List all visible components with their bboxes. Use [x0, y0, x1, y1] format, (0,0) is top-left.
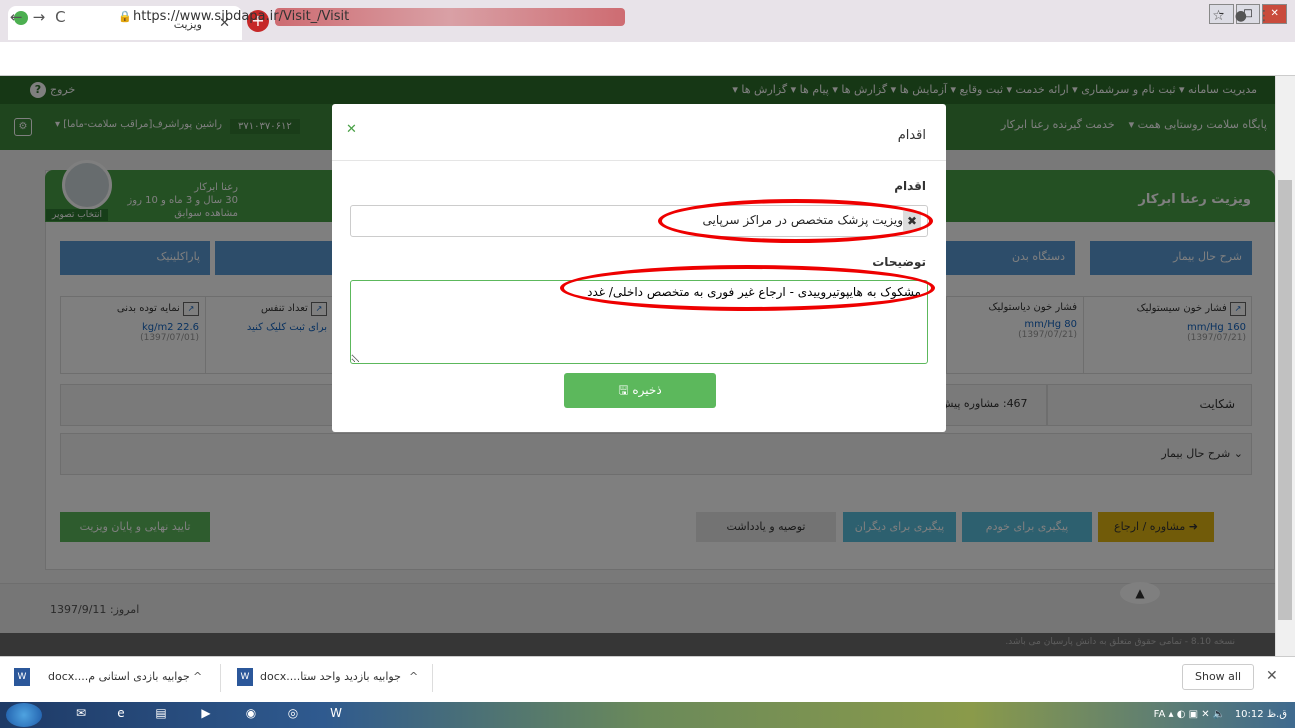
description-label: توضیحات: [872, 255, 926, 269]
lock-icon: 🔒: [118, 10, 132, 23]
download-item[interactable]: جوابیه بازدی استانی م....docx: [48, 670, 190, 683]
address-bar: [0, 42, 1295, 76]
nav-buttons[interactable]: ←→C: [10, 8, 76, 26]
start-button[interactable]: [6, 703, 42, 727]
word-file-icon: W: [14, 668, 30, 686]
url-field[interactable]: https://www.sibdapa.ir/Visit_/Visit: [133, 9, 349, 24]
save-button[interactable]: 🖫 ذخیره: [564, 373, 716, 408]
toolbar-icons[interactable]: ☆●⋮: [1212, 8, 1281, 24]
close-icon[interactable]: ✕: [346, 122, 357, 137]
highlight-circle: [658, 199, 933, 243]
ie-icon[interactable]: e: [110, 706, 132, 724]
mail-icon[interactable]: ✉: [70, 706, 92, 724]
scrollbar-thumb[interactable]: [1278, 180, 1292, 620]
divider: [220, 664, 221, 692]
download-item[interactable]: جوابیه بازدید واحد ستا....docx: [260, 670, 401, 683]
system-tray[interactable]: FA ▴ ◐ ▣ ✕ 🔈 10:12 ق.ظ: [1154, 709, 1287, 720]
firefox-icon[interactable]: ◉: [240, 706, 262, 724]
show-all-button[interactable]: Show all: [1182, 664, 1254, 690]
action-label: اقدام: [894, 179, 926, 193]
close-icon[interactable]: ✕: [1266, 668, 1278, 684]
folder-icon[interactable]: ▤: [150, 706, 172, 724]
chevron-up-icon[interactable]: ^: [193, 670, 202, 683]
action-modal: اقدام ✕ اقدام ✖ ویزیت پزشک متخصص در مراک…: [332, 104, 946, 432]
divider: [432, 664, 433, 692]
word-file-icon: W: [237, 668, 253, 686]
word-icon[interactable]: W: [325, 706, 347, 724]
media-icon[interactable]: ▶: [195, 706, 217, 724]
chevron-up-icon[interactable]: ^: [409, 670, 418, 683]
highlight-circle: [560, 265, 935, 311]
clock: 10:12 ق.ظ: [1234, 709, 1287, 720]
divider: [332, 160, 946, 161]
chrome-icon[interactable]: ◎: [282, 706, 304, 724]
modal-title: اقدام: [897, 128, 926, 143]
